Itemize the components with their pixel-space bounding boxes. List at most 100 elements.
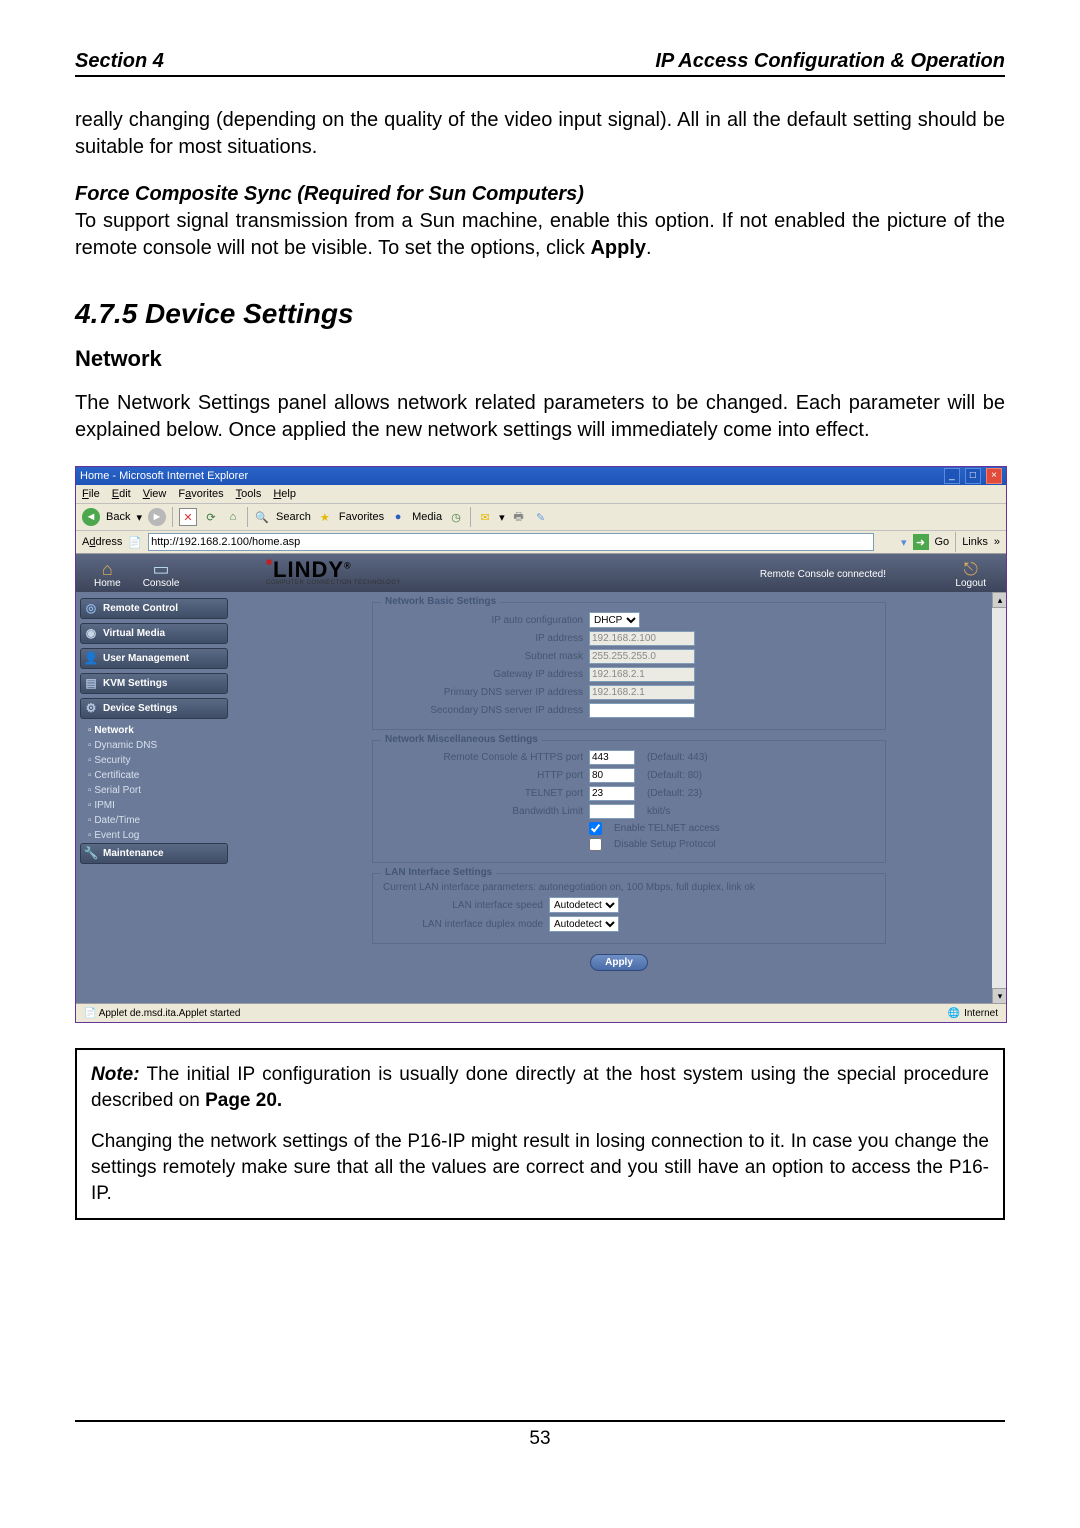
sidebar-maintenance[interactable]: 🔧Maintenance <box>80 843 228 864</box>
note-page20: Page 20. <box>205 1090 282 1111</box>
search-label[interactable]: Search <box>276 511 311 523</box>
basic-settings-group: Network Basic Settings IP auto configura… <box>372 602 886 730</box>
enable-telnet-checkbox[interactable] <box>589 822 602 835</box>
menu-tools[interactable]: Tools <box>236 488 262 500</box>
sidebar-sub-certificate[interactable]: ▫ Certificate <box>80 768 228 783</box>
home-app-icon: ⌂ <box>94 560 121 578</box>
media-label[interactable]: Media <box>412 511 442 523</box>
menu-file[interactable]: File <box>82 488 100 500</box>
page-icon: 📄 <box>128 536 142 549</box>
ipauto-select[interactable]: DHCP <box>589 612 640 628</box>
main-panel: Network Basic Settings IP auto configura… <box>232 592 1006 1004</box>
menu-view[interactable]: View <box>143 488 167 500</box>
disable-setup-label: Disable Setup Protocol <box>614 839 716 850</box>
console-icon: ▭ <box>143 560 180 578</box>
telnet-hint: (Default: 23) <box>647 788 702 799</box>
force-sync-title: Force Composite Sync (Required for Sun C… <box>75 183 1005 206</box>
sidebar-sub-eventlog[interactable]: ▫ Event Log <box>80 828 228 843</box>
remote-status: Remote Console connected! <box>760 569 886 580</box>
sidebar-sub-ddns[interactable]: ▫ Dynamic DNS <box>80 738 228 753</box>
https-hint: (Default: 443) <box>647 752 708 763</box>
basic-legend: Network Basic Settings <box>381 596 500 607</box>
refresh-icon[interactable]: ⟳ <box>203 509 219 525</box>
home-icon[interactable]: ⌂ <box>225 509 241 525</box>
maximize-button[interactable]: □ <box>965 468 981 484</box>
bw-input[interactable] <box>589 804 635 819</box>
sidebar-user-management[interactable]: 👤User Management <box>80 648 228 669</box>
https-label: Remote Console & HTTPS port <box>383 752 583 763</box>
back-icon[interactable]: ◄ <box>82 508 100 526</box>
pdns-input[interactable] <box>589 685 695 700</box>
https-input[interactable] <box>589 750 635 765</box>
sidebar-sub-security[interactable]: ▫ Security <box>80 753 228 768</box>
go-button[interactable]: ➜ <box>913 534 929 550</box>
nav-logout[interactable]: ⎋Logout <box>955 560 986 589</box>
lan-speed-select[interactable]: Autodetect <box>549 897 619 913</box>
stop-icon[interactable]: ✕ <box>179 508 197 526</box>
gateway-label: Gateway IP address <box>383 669 583 680</box>
favorites-icon[interactable]: ★ <box>317 509 333 525</box>
force-sync-text: To support signal transmission from a Su… <box>75 210 1005 259</box>
user-icon: 👤 <box>83 650 99 666</box>
disc-icon: ◉ <box>83 625 99 641</box>
misc-settings-group: Network Miscellaneous Settings Remote Co… <box>372 740 886 863</box>
forward-icon[interactable]: ► <box>148 508 166 526</box>
edit-icon[interactable]: ✎ <box>533 509 549 525</box>
favorites-label[interactable]: Favorites <box>339 511 384 523</box>
lan-current: Current LAN interface parameters: autone… <box>383 882 875 893</box>
window-titlebar: Home - Microsoft Internet Explorer _ □ × <box>76 467 1006 485</box>
sidebar-kvm-settings[interactable]: ▤KVM Settings <box>80 673 228 694</box>
applet-icon: 📄 <box>84 1008 96 1019</box>
mail-icon[interactable]: ✉ <box>477 509 493 525</box>
go-label[interactable]: Go <box>935 536 950 548</box>
subsection-heading: Network <box>75 346 1005 372</box>
sdns-input[interactable] <box>589 703 695 718</box>
http-input[interactable] <box>589 768 635 783</box>
search-icon[interactable]: 🔍 <box>254 509 270 525</box>
nav-home[interactable]: ⌂Home <box>94 560 121 589</box>
address-drop-icon[interactable]: ▾ <box>901 536 907 549</box>
address-input[interactable] <box>148 533 874 551</box>
browser-screenshot: Home - Microsoft Internet Explorer _ □ ×… <box>75 466 1007 1023</box>
telnet-input[interactable] <box>589 786 635 801</box>
nav-console[interactable]: ▭Console <box>143 560 180 589</box>
http-label: HTTP port <box>383 770 583 781</box>
bw-hint: kbit/s <box>647 806 670 817</box>
menu-favorites[interactable]: Favorites <box>178 488 223 500</box>
close-button[interactable]: × <box>986 468 1002 484</box>
sidebar-sub-datetime[interactable]: ▫ Date/Time <box>80 813 228 828</box>
links-label[interactable]: Links <box>962 536 988 548</box>
sidebar-sub-serial[interactable]: ▫ Serial Port <box>80 783 228 798</box>
sidebar: ◎Remote Control ◉Virtual Media 👤User Man… <box>76 592 232 1004</box>
print-icon[interactable]: 🖶 <box>511 509 527 525</box>
scrollbar[interactable]: ▴ ▾ <box>992 592 1006 1004</box>
sidebar-device-settings[interactable]: ⚙Device Settings <box>80 698 228 719</box>
sdns-label: Secondary DNS server IP address <box>383 705 583 716</box>
sidebar-virtual-media[interactable]: ◉Virtual Media <box>80 623 228 644</box>
period: . <box>646 237 652 259</box>
lan-duplex-select[interactable]: Autodetect <box>549 916 619 932</box>
section-heading: 4.7.5 Device Settings <box>75 298 1005 330</box>
scroll-down-icon[interactable]: ▾ <box>992 988 1006 1004</box>
logout-icon: ⎋ <box>955 560 986 578</box>
sidebar-sub-network[interactable]: ▫ Network <box>80 723 228 738</box>
menu-edit[interactable]: Edit <box>112 488 131 500</box>
sidebar-sub-ipmi[interactable]: ▫ IPMI <box>80 798 228 813</box>
lan-speed-label: LAN interface speed <box>383 900 543 911</box>
back-label[interactable]: Back <box>106 511 130 523</box>
history-icon[interactable]: ◷ <box>448 509 464 525</box>
header-title: IP Access Configuration & Operation <box>655 50 1005 73</box>
apply-button[interactable]: Apply <box>590 954 648 971</box>
scroll-up-icon[interactable]: ▴ <box>992 592 1006 608</box>
menu-help[interactable]: Help <box>273 488 296 500</box>
disable-setup-checkbox[interactable] <box>589 838 602 851</box>
ipaddr-input[interactable] <box>589 631 695 646</box>
media-icon[interactable]: ● <box>390 509 406 525</box>
subnet-input[interactable] <box>589 649 695 664</box>
lan-duplex-label: LAN interface duplex mode <box>383 919 543 930</box>
gateway-input[interactable] <box>589 667 695 682</box>
subnet-label: Subnet mask <box>383 651 583 662</box>
minimize-button[interactable]: _ <box>944 468 960 484</box>
sidebar-remote-control[interactable]: ◎Remote Control <box>80 598 228 619</box>
ipauto-label: IP auto configuration <box>383 615 583 626</box>
